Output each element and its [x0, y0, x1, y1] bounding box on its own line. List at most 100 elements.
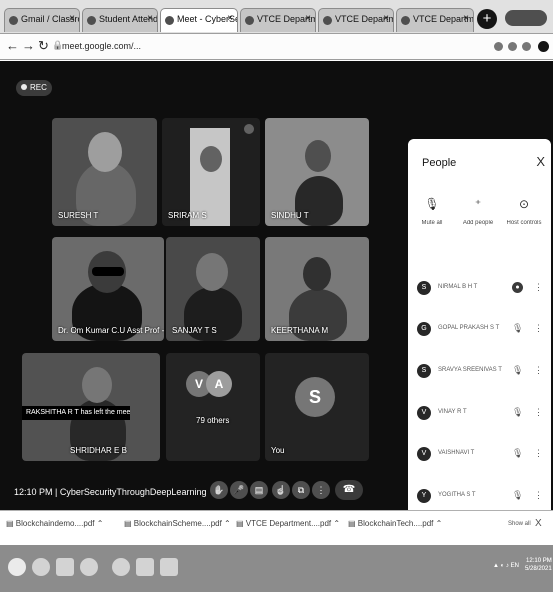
participant-list-item[interactable]: Y YOGITHA S T 🎙 ⋮ [414, 487, 544, 507]
download-item[interactable]: ▤ BlockchainScheme....pdf ⌃ [124, 519, 231, 528]
add-person-icon: ⁺ [474, 197, 482, 211]
download-item[interactable]: ▤ BlockchainTech....pdf ⌃ [348, 519, 442, 528]
avatar: Y [417, 489, 431, 503]
participant-list-name: YOGITHA S T [438, 492, 476, 498]
more-options-icon[interactable]: ⋮ [534, 407, 543, 418]
back-icon[interactable]: ← [6, 38, 19, 53]
tab-close-icon[interactable]: × [383, 13, 389, 24]
tab-close-icon[interactable]: × [227, 13, 233, 24]
more-options-icon[interactable]: ⋮ [534, 323, 543, 334]
tab-favicon-icon [9, 16, 18, 25]
browser-tab[interactable]: VTCE Department× [318, 8, 394, 32]
more-options-icon[interactable]: ⋮ [534, 490, 543, 501]
close-icon[interactable]: X [536, 154, 545, 169]
others-count: 79 others [196, 416, 230, 425]
participant-tile[interactable]: SRIRAM S [162, 118, 260, 226]
more-options-icon[interactable]: ⋮ [312, 481, 330, 499]
download-filename: BlockchainTech....pdf [357, 519, 434, 528]
pdf-file-icon: ▤ [348, 519, 358, 528]
self-avatar: S [295, 377, 335, 417]
pdf-file-icon: ▤ [236, 519, 246, 528]
avatar: G [417, 322, 431, 336]
browser-tab[interactable]: Student Attendance× [82, 8, 158, 32]
present-icon[interactable]: ⧉ [292, 481, 310, 499]
participant-tile[interactable]: SURESH T [52, 118, 157, 226]
others-tile[interactable]: V A 79 others [166, 353, 260, 461]
more-options-icon[interactable]: ⋮ [534, 448, 543, 459]
clock-date: 5/28/2021 [525, 566, 552, 572]
mic-off-icon: 🎙 [512, 365, 524, 375]
media-icon[interactable] [80, 558, 98, 576]
system-tray[interactable]: ▲ ◐ ♪ EN [493, 563, 519, 569]
chrome-icon[interactable] [112, 558, 130, 576]
add-people-button[interactable]: ⁺ Add people [458, 197, 498, 226]
download-item[interactable]: ▤ VTCE Department....pdf ⌃ [236, 519, 340, 528]
host-controls-button[interactable]: ⊙ Host controls [504, 197, 544, 226]
participant-tile[interactable]: SINDHU T [265, 118, 369, 226]
browser-tab[interactable]: VTCE Department× [240, 8, 316, 32]
window-controls[interactable] [505, 10, 547, 26]
host-controls-label: Host controls [506, 220, 542, 226]
extension-icon[interactable] [494, 42, 503, 51]
folder-icon[interactable] [56, 558, 74, 576]
taskbar-clock[interactable]: 12:10 PM 5/28/2021 [525, 557, 552, 573]
app-icon[interactable] [160, 558, 178, 576]
star-icon[interactable] [522, 42, 531, 51]
tab-close-icon[interactable]: × [305, 13, 311, 24]
forward-icon[interactable]: → [22, 38, 35, 53]
participant-list-item[interactable]: S SRAVYA SREENIVAS T 🎙 ⋮ [414, 362, 544, 382]
participant-tile[interactable]: Dr. Om Kumar C.U Asst Prof - C... [52, 237, 164, 341]
screenshot: Gmail / Classroom× Student Attendance× M… [0, 0, 553, 592]
close-icon[interactable]: X [535, 518, 542, 529]
more-options-icon[interactable]: ⋮ [534, 282, 543, 293]
participant-list-name: SRAVYA SREENIVAS T [438, 367, 502, 373]
avatar: S [417, 281, 431, 295]
more-options-icon[interactable]: ⋮ [534, 365, 543, 376]
tab-close-icon[interactable]: × [69, 13, 75, 24]
address-bar: ← → ↻ 🔒 meet.google.com/... [0, 34, 553, 60]
participant-list-item[interactable]: V VINAY R T 🎙 ⋮ [414, 404, 544, 424]
participant-list-item[interactable]: G GOPAL PRAKASH S T 🎙 ⋮ [414, 320, 544, 340]
browser-tab[interactable]: VTCE Department× [396, 8, 474, 32]
meeting-time: 12:10 PM [14, 487, 53, 497]
participant-tile[interactable]: KEERTHANA M [265, 237, 369, 341]
browser-tab-active[interactable]: Meet - CyberSec × [160, 8, 238, 32]
self-label: You [271, 446, 285, 455]
url-field[interactable]: meet.google.com/... [62, 41, 141, 51]
start-icon[interactable] [8, 558, 26, 576]
mic-off-icon: 🎙 [512, 448, 524, 458]
host-controls-icon: ⊙ [518, 197, 530, 211]
participant-name: SURESH T [58, 211, 99, 220]
self-tile[interactable]: S You [265, 353, 369, 461]
extension-icon[interactable] [508, 42, 517, 51]
mute-all-button[interactable]: 🎙 Mute all [412, 197, 452, 226]
participant-list-item[interactable]: V VAISHNAVI T 🎙 ⋮ [414, 445, 544, 465]
raise-hand-icon[interactable]: ✋ [210, 481, 228, 499]
mic-off-icon: 🎙 [512, 323, 524, 333]
participant-tile[interactable]: SANJAY T S [166, 237, 260, 341]
ie-icon[interactable] [32, 558, 50, 576]
new-tab-button[interactable]: + [477, 9, 497, 29]
participant-head [200, 146, 222, 172]
captions-icon[interactable]: ▤ [250, 481, 268, 499]
tab-close-icon[interactable]: × [147, 13, 153, 24]
hand-icon[interactable]: ☝ [272, 481, 290, 499]
download-filename: BlockchainScheme....pdf [133, 519, 222, 528]
reload-icon[interactable]: ↻ [38, 38, 49, 54]
tab-close-icon[interactable]: × [463, 13, 469, 24]
tab-favicon-icon [401, 16, 410, 25]
browser-tab[interactable]: Gmail / Classroom× [4, 8, 80, 32]
mic-icon[interactable]: 🎤 [230, 481, 248, 499]
download-item[interactable]: ▤ Blockchaindemo....pdf ⌃ [6, 519, 103, 528]
app-icon[interactable] [136, 558, 154, 576]
leave-call-button[interactable]: ☎ [335, 480, 363, 500]
participant-list-item[interactable]: S NIRMAL B H T ● ⋮ [414, 279, 544, 299]
participant-head [196, 253, 228, 291]
speaking-icon: ● [512, 282, 523, 293]
participant-name: KEERTHANA M [271, 326, 329, 335]
pdf-file-icon: ▤ [124, 519, 134, 528]
show-all-link[interactable]: Show all [508, 521, 531, 527]
download-filename: Blockchaindemo....pdf [15, 519, 95, 528]
participant-list-name: VAISHNAVI T [438, 450, 475, 456]
profile-avatar[interactable] [538, 41, 549, 52]
